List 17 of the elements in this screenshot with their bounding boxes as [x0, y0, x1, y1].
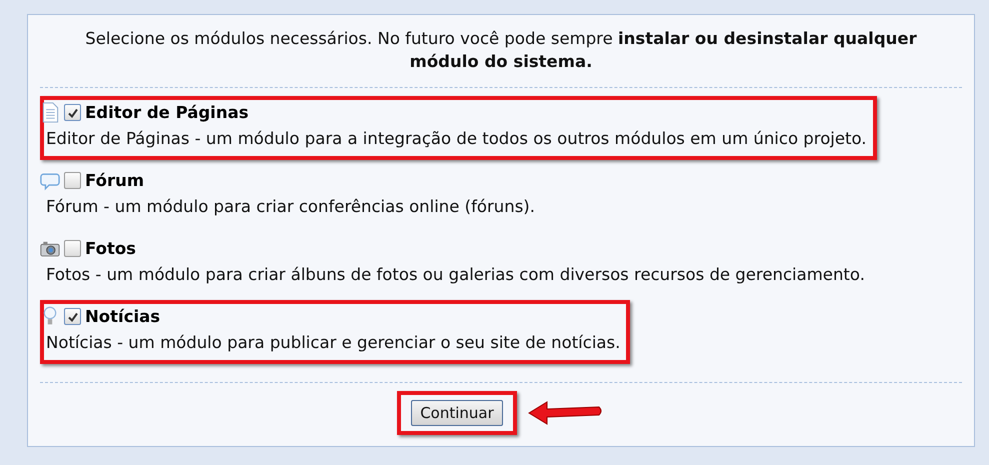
- document-icon: [40, 102, 60, 123]
- module-description: Editor de Páginas - um módulo para a integração de todos os outros módulos em um único projeto.: [46, 129, 867, 148]
- checkbox[interactable]: [64, 172, 81, 189]
- checkbox[interactable]: [64, 308, 81, 325]
- continue-button[interactable]: Continuar: [411, 400, 503, 426]
- module-title: Fórum: [85, 171, 144, 190]
- checkbox[interactable]: [64, 240, 81, 257]
- module-title: Notícias: [85, 307, 160, 326]
- intro-text: Selecione os módulos necessários. No futuro você pode sempre instalar ou desinstalar qualquer módulo do sistema.: [84, 28, 918, 73]
- module-description: Fórum - um módulo para criar conferências online (fóruns).: [46, 197, 535, 216]
- check-icon: [66, 310, 78, 322]
- module-description: Fotos - um módulo para criar álbuns de fotos ou galerias com diversos recursos de gerenciamento.: [46, 265, 865, 284]
- module-description: Notícias - um módulo para publicar e gerenciar o seu site de notícias.: [46, 333, 620, 352]
- module-title: Editor de Páginas: [85, 103, 249, 122]
- module-title: Fotos: [85, 239, 136, 258]
- checkbox[interactable]: [64, 104, 81, 121]
- check-icon: [66, 106, 78, 118]
